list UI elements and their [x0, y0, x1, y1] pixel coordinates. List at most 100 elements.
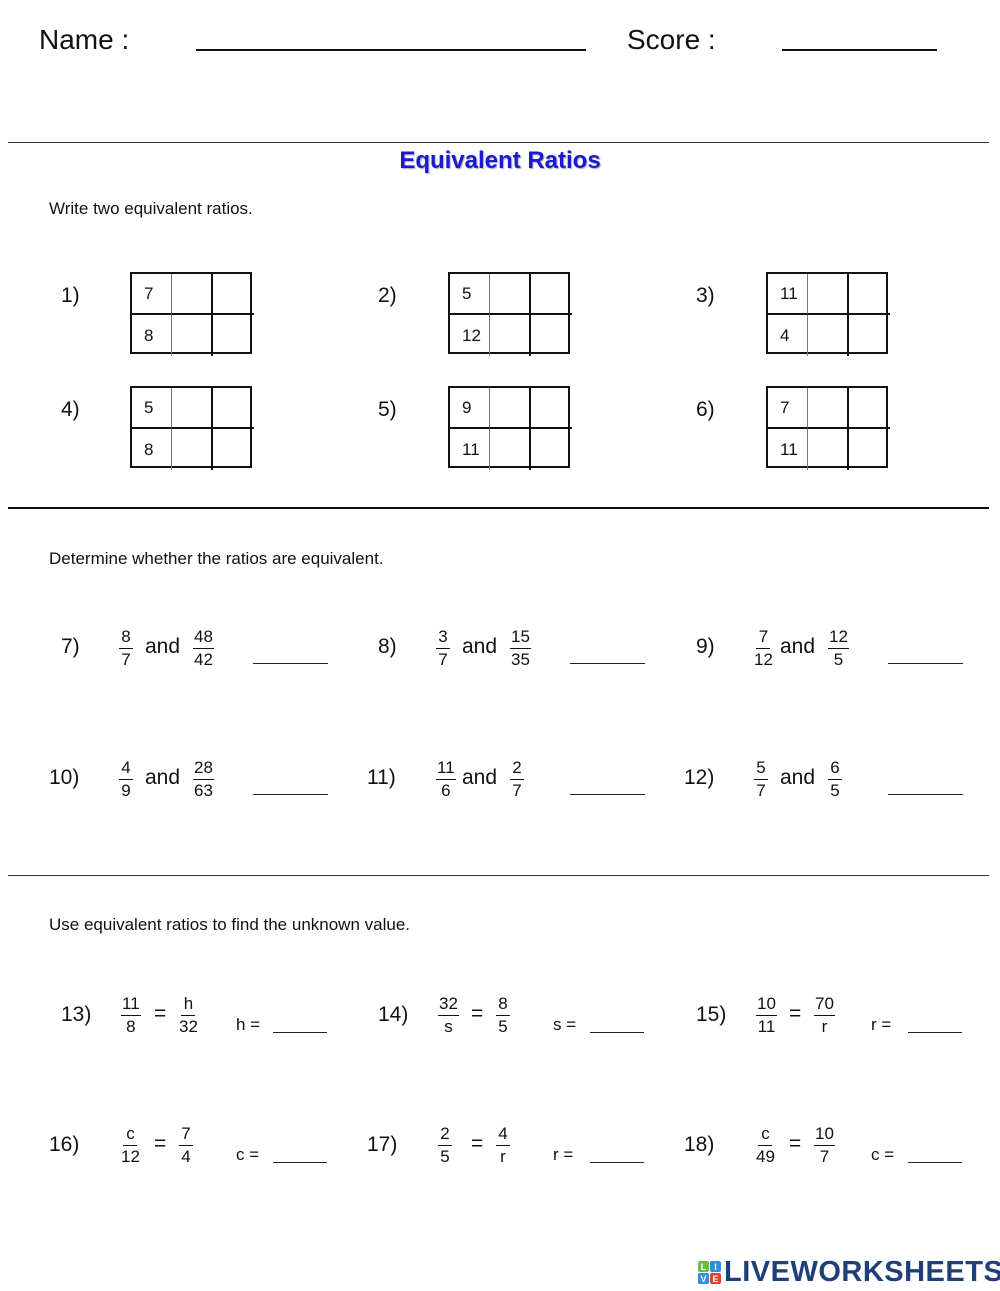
problem-number: 15)	[696, 1003, 727, 1026]
problem-number: 10)	[49, 766, 80, 789]
problem-number: 2)	[378, 284, 397, 307]
numerator: h	[181, 994, 196, 1016]
answer-cell[interactable]	[849, 315, 890, 356]
first-ratio: 37	[436, 627, 450, 670]
denominator: 7	[438, 650, 448, 669]
equals-sign: =	[471, 1132, 484, 1155]
answer-cell[interactable]	[490, 388, 531, 429]
denominator: r	[821, 1017, 828, 1036]
divider-2	[8, 875, 989, 876]
left-ratio: 10 11	[756, 994, 777, 1037]
logo-live-tiles-icon: L I V E	[698, 1261, 721, 1284]
given-bottom-cell: 11	[768, 429, 808, 470]
answer-cell[interactable]	[531, 274, 572, 315]
equals-sign: =	[154, 1132, 167, 1155]
denominator: 5	[830, 781, 840, 800]
section-determine-instruction: Determine whether the ratios are equival…	[49, 549, 384, 568]
given-top-cell: 5	[450, 274, 490, 315]
denominator: 63	[194, 781, 213, 800]
answer-cell[interactable]	[531, 429, 572, 470]
unknown-answer-line[interactable]	[590, 1162, 644, 1163]
left-ratio: c 49	[756, 1124, 775, 1167]
denominator: 7	[819, 1147, 830, 1166]
divider-1	[8, 507, 989, 509]
answer-cell[interactable]	[213, 388, 254, 429]
answer-cell[interactable]	[490, 315, 531, 356]
numerator: 28	[193, 758, 214, 780]
problem-number: 13)	[61, 1003, 92, 1026]
numerator: 3	[436, 627, 450, 649]
unknown-answer-line[interactable]	[908, 1032, 962, 1033]
answer-cell[interactable]	[490, 429, 531, 470]
answer-cell[interactable]	[172, 429, 213, 470]
answer-cell[interactable]	[213, 315, 254, 356]
second-ratio: 65	[828, 758, 842, 801]
answer-cell[interactable]	[490, 274, 531, 315]
answer-line[interactable]	[253, 663, 328, 664]
and-word: and	[780, 766, 816, 789]
numerator: c	[758, 1124, 773, 1146]
unknown-answer-line[interactable]	[273, 1032, 327, 1033]
answer-cell[interactable]	[531, 315, 572, 356]
denominator: 6	[441, 781, 451, 800]
second-ratio: 27	[510, 758, 524, 801]
logo-tile-e: E	[710, 1273, 721, 1284]
denominator: 32	[179, 1017, 198, 1036]
answer-cell[interactable]	[172, 388, 213, 429]
worksheet-title: Equivalent Ratios	[399, 147, 601, 174]
answer-cell[interactable]	[808, 388, 849, 429]
numerator: 4	[119, 758, 133, 780]
score-input-line[interactable]	[782, 49, 937, 51]
answer-line[interactable]	[888, 663, 963, 664]
answer-cell[interactable]	[849, 429, 890, 470]
answer-line[interactable]	[253, 794, 328, 795]
logo-tile-l: L	[698, 1261, 709, 1272]
answer-cell[interactable]	[172, 274, 213, 315]
problem-number: 17)	[367, 1133, 398, 1156]
denominator: 5	[498, 1017, 508, 1036]
problem-number: 14)	[378, 1003, 409, 1026]
problem-number: 3)	[696, 284, 715, 307]
right-ratio: 4r	[496, 1124, 510, 1167]
second-ratio: 15 35	[510, 627, 531, 670]
right-ratio: 85	[496, 994, 510, 1037]
denominator: 7	[512, 781, 522, 800]
answer-cell[interactable]	[172, 315, 213, 356]
answer-cell[interactable]	[213, 274, 254, 315]
answer-cell[interactable]	[849, 274, 890, 315]
numerator: 2	[438, 1124, 452, 1146]
answer-cell[interactable]	[808, 274, 849, 315]
unknown-answer-line[interactable]	[273, 1162, 327, 1163]
unknown-answer-line[interactable]	[908, 1162, 962, 1163]
numerator: 32	[438, 994, 459, 1016]
answer-line[interactable]	[570, 794, 645, 795]
right-ratio: 70 r	[814, 994, 835, 1037]
and-word: and	[145, 766, 181, 789]
unknown-variable-label: r =	[871, 1015, 892, 1034]
answer-cell[interactable]	[531, 388, 572, 429]
unknown-variable-label: c =	[871, 1145, 895, 1164]
denominator: 9	[121, 781, 131, 800]
numerator: 15	[510, 627, 531, 649]
left-ratio: 32 s	[438, 994, 459, 1037]
answer-cell[interactable]	[213, 429, 254, 470]
answer-line[interactable]	[570, 663, 645, 664]
answer-cell[interactable]	[808, 315, 849, 356]
numerator: 70	[814, 994, 835, 1016]
unknown-variable-label: h =	[236, 1015, 261, 1034]
numerator: 7	[756, 627, 771, 649]
equals-sign: =	[789, 1002, 802, 1025]
problem-number: 12)	[684, 766, 715, 789]
numerator: 2	[510, 758, 524, 780]
answer-line[interactable]	[888, 794, 963, 795]
name-input-line[interactable]	[196, 49, 586, 51]
denominator: 42	[194, 650, 213, 669]
answer-cell[interactable]	[808, 429, 849, 470]
denominator: 5	[833, 650, 844, 669]
unknown-answer-line[interactable]	[590, 1032, 644, 1033]
problem-number: 18)	[684, 1133, 715, 1156]
liveworksheets-logo[interactable]: L I V E LIVEWORKSHEETS	[698, 1256, 1000, 1289]
first-ratio: 49	[119, 758, 133, 801]
answer-cell[interactable]	[849, 388, 890, 429]
denominator: 4	[181, 1147, 191, 1166]
